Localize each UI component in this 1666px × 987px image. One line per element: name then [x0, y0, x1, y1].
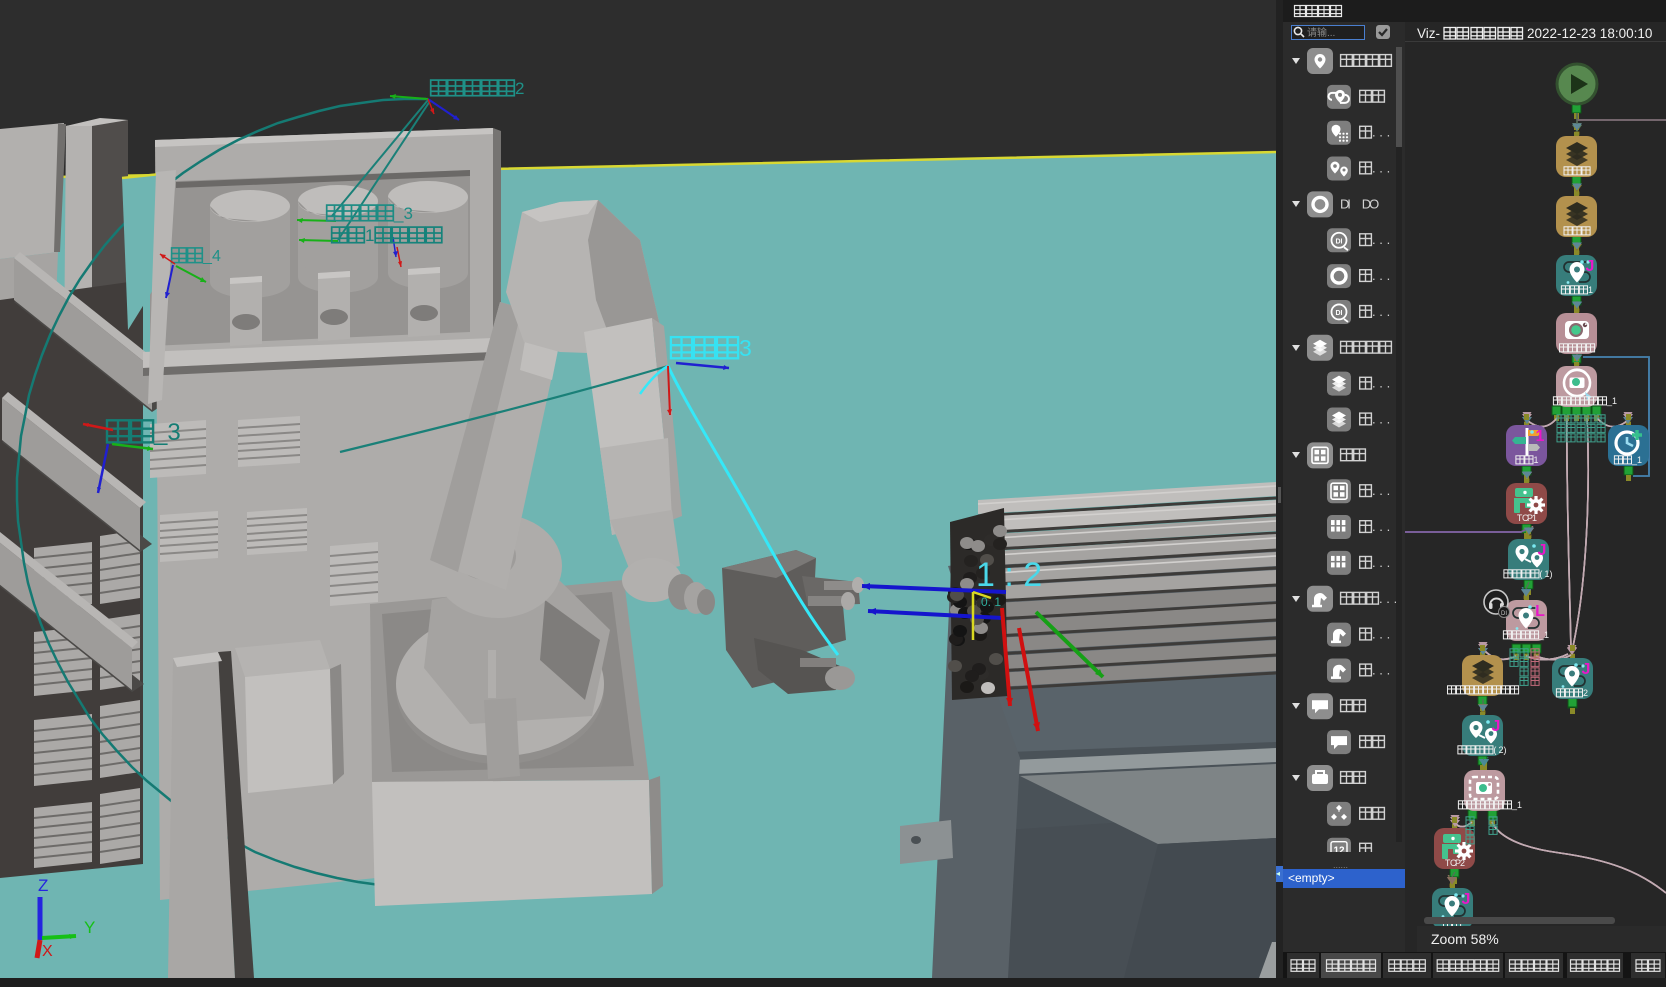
svg-text:.: .	[1379, 555, 1383, 570]
svg-text:.: .	[1379, 304, 1383, 319]
svg-text:.: .	[1379, 519, 1383, 534]
svg-text:DI: DI	[1336, 310, 1343, 317]
svg-text:3: 3	[404, 204, 413, 223]
svg-text:.: .	[1372, 161, 1376, 176]
svg-text:DI: DI	[1336, 238, 1343, 245]
svg-text:.: .	[1387, 483, 1391, 498]
svg-text:X: X	[42, 943, 53, 960]
svg-text:.: .	[1379, 125, 1383, 140]
svg-text:.: .	[1372, 125, 1376, 140]
svg-text:.: .	[1379, 483, 1383, 498]
svg-text:2022-12-23 18:00:10: 2022-12-23 18:00:10	[1527, 26, 1652, 41]
svg-text:_: _	[153, 419, 168, 446]
svg-text:.: .	[1387, 663, 1391, 678]
svg-text:.: .	[1372, 519, 1376, 534]
svg-text:Viz-: Viz-	[1417, 26, 1440, 41]
svg-text:.: .	[1372, 268, 1376, 283]
svg-text:.: .	[1379, 161, 1383, 176]
svg-text:1 : 2: 1 : 2	[976, 556, 1042, 594]
svg-text:.: .	[1379, 412, 1383, 427]
svg-text:.: .	[1387, 161, 1391, 176]
svg-text:.: .	[1372, 627, 1376, 642]
svg-text:.: .	[1379, 591, 1383, 606]
svg-text:.: .	[1387, 555, 1391, 570]
svg-text:.: .	[1387, 519, 1391, 534]
svg-text:12: 12	[1333, 846, 1345, 852]
svg-text:2: 2	[515, 79, 524, 98]
svg-text:1: 1	[365, 226, 374, 245]
svg-text:Z: Z	[38, 876, 48, 895]
svg-text:.: .	[1372, 412, 1376, 427]
svg-text:.: .	[1387, 376, 1391, 391]
svg-text:I: I	[1347, 196, 1351, 211]
svg-text:.: .	[1372, 663, 1376, 678]
svg-text:.: .	[1372, 232, 1376, 247]
svg-text:3: 3	[739, 335, 752, 361]
svg-text:.: .	[1372, 483, 1376, 498]
svg-text:.: .	[1387, 627, 1391, 642]
svg-text:.: .	[1379, 268, 1383, 283]
svg-text:.: .	[1387, 232, 1391, 247]
svg-text:.: .	[1372, 304, 1376, 319]
svg-text:.: .	[1387, 842, 1391, 852]
svg-text:.: .	[1379, 663, 1383, 678]
svg-text:.: .	[1372, 842, 1376, 852]
svg-text:.: .	[1386, 591, 1390, 606]
svg-text:.: .	[1379, 842, 1383, 852]
svg-text:.: .	[1387, 412, 1391, 427]
svg-text:4: 4	[212, 248, 221, 265]
svg-text:.: .	[1372, 376, 1376, 391]
svg-text:.: .	[1379, 376, 1383, 391]
svg-text:3: 3	[167, 419, 180, 446]
svg-text:Y: Y	[84, 918, 95, 937]
svg-text:.: .	[1387, 268, 1391, 283]
svg-text:O: O	[1369, 196, 1379, 211]
svg-text:_: _	[393, 204, 404, 223]
svg-text:.: .	[1387, 304, 1391, 319]
svg-text:.: .	[1379, 232, 1383, 247]
svg-text:.: .	[1379, 627, 1383, 642]
svg-text:.: .	[1387, 125, 1391, 140]
svg-text:.: .	[1372, 555, 1376, 570]
